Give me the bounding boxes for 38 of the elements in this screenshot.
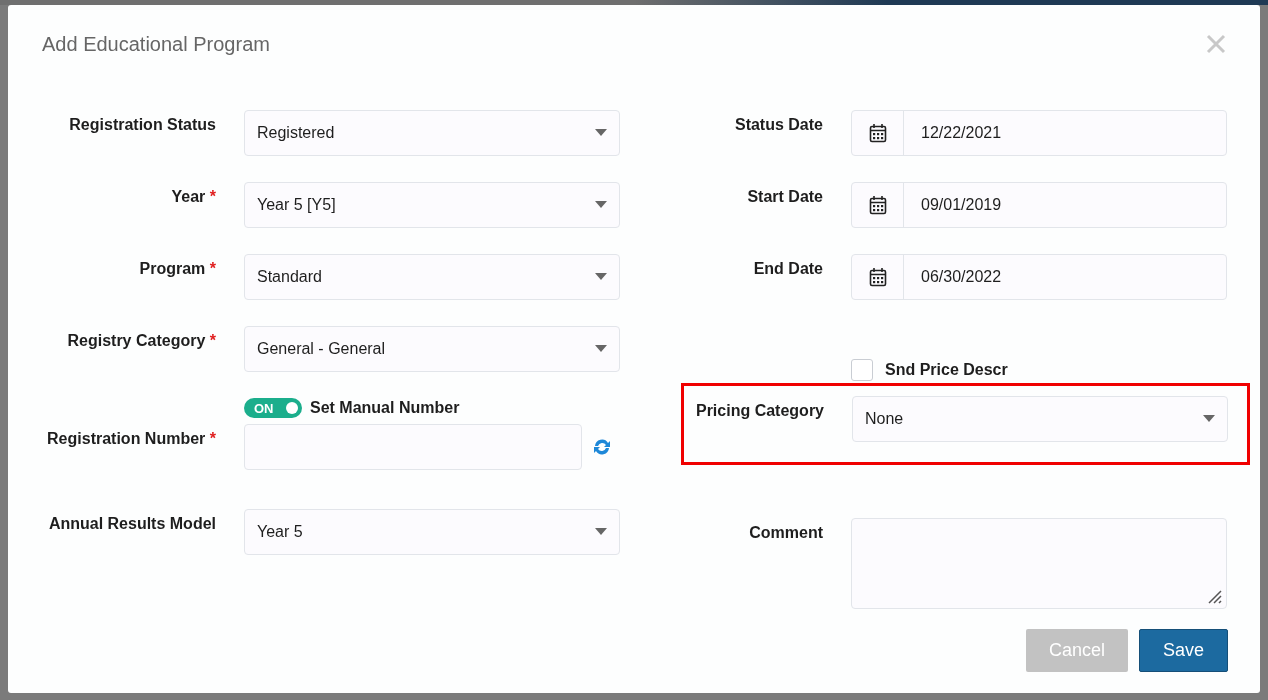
refresh-icon[interactable]	[592, 437, 612, 457]
date-field[interactable]: 09/01/2019	[851, 182, 1227, 228]
toggle-label: Set Manual Number	[310, 399, 460, 417]
comment-field[interactable]	[851, 518, 1227, 609]
checkbox-label: Snd Price Descr	[885, 361, 1008, 379]
caret-icon	[595, 528, 607, 536]
dropdown[interactable]: General - General	[244, 326, 620, 372]
input-field[interactable]	[244, 424, 582, 470]
date-field[interactable]: 12/22/2021	[851, 110, 1227, 156]
caret-icon	[595, 345, 607, 353]
field-label: End Date	[752, 259, 823, 279]
calendar-icon	[868, 195, 887, 215]
dropdown[interactable]: Year 5 [Y5]	[244, 182, 620, 228]
field-label: Program *	[138, 259, 216, 279]
field-label: Annual Results Model	[47, 514, 216, 534]
field-label: Year *	[170, 187, 216, 207]
dropdown[interactable]: None	[852, 396, 1228, 442]
calendar-icon	[868, 267, 887, 287]
field-label: Registration Status	[68, 115, 216, 135]
close-icon[interactable]	[1206, 34, 1226, 54]
field-label: Registration Number *	[46, 429, 216, 449]
dialog-title: Add Educational Program	[42, 32, 270, 56]
field-label: Registry Category *	[66, 331, 216, 351]
caret-icon	[595, 273, 607, 281]
dropdown[interactable]: Registered	[244, 110, 620, 156]
caret-icon	[1203, 415, 1215, 423]
field-label: Start Date	[746, 187, 823, 207]
caret-icon	[595, 201, 607, 209]
date-field[interactable]: 06/30/2022	[851, 254, 1227, 300]
field-label: Status Date	[733, 115, 823, 135]
caret-icon	[595, 129, 607, 137]
dropdown[interactable]: Standard	[244, 254, 620, 300]
field-label: Pricing Category	[694, 401, 824, 421]
checkbox[interactable]	[851, 359, 873, 381]
field-label: Comment	[748, 523, 823, 543]
dropdown[interactable]: Year 5	[244, 509, 620, 555]
calendar-icon	[868, 123, 887, 143]
dialog-button[interactable]: Save	[1138, 629, 1228, 672]
